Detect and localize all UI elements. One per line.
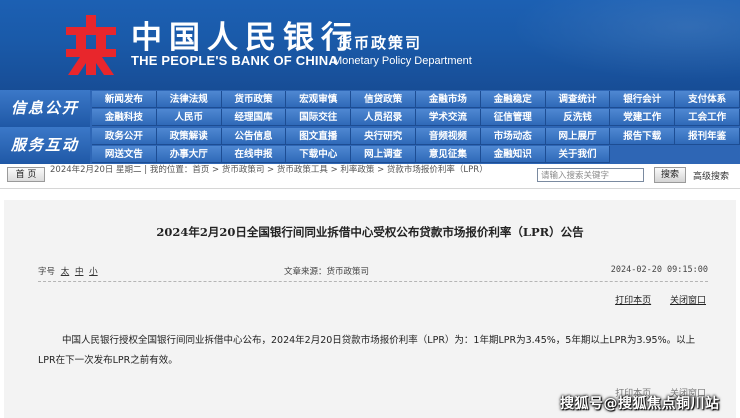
nav-item-service-4[interactable]: 央行研究 (351, 128, 416, 145)
nav-item-service-11[interactable]: 办事大厅 (156, 145, 222, 163)
nav-item-service-10[interactable]: 网送文告 (92, 145, 157, 163)
nav-item-service-1[interactable]: 政策解读 (156, 128, 222, 145)
article-body: 中国人民银行授权全国银行间同业拆借中心公布，2024年2月20日贷款市场报价利率… (38, 335, 696, 366)
nav-item-info-13[interactable]: 国际交往 (286, 108, 352, 126)
advanced-search-link[interactable]: 高级搜索 (693, 169, 729, 182)
nav-row-label-service: 服务互动 (0, 127, 90, 164)
nav-item-info-15[interactable]: 学术交流 (416, 108, 481, 126)
nav-item-service-6[interactable]: 市场动态 (480, 128, 546, 145)
nav-row-service: 服务互动 政务公开 政策解读 公告信息 图文直播 央行研究 音频视频 市场动态 网上展厅 报告下… (0, 127, 740, 164)
breadcrumb-bar: 首 页 2024年2月20日 星期二 | 我的位置：首页 > 货币政策司 > 货… (0, 164, 740, 189)
nav-item-info-7[interactable]: 调查统计 (545, 91, 611, 108)
nav-item-info-10[interactable]: 金融科技 (92, 108, 157, 126)
nav-item-info-3[interactable]: 宏观审慎 (286, 91, 352, 108)
font-size-small[interactable]: 小 (89, 267, 98, 277)
nav-item-info-14[interactable]: 人员招录 (351, 108, 416, 126)
search-button[interactable]: 搜索 (654, 167, 686, 183)
nav-item-info-18[interactable]: 党建工作 (610, 108, 676, 126)
nav-item-info-1[interactable]: 法律法规 (156, 91, 222, 108)
nav-item-service-0[interactable]: 政务公开 (92, 128, 157, 145)
nav-item-service-13[interactable]: 下载中心 (286, 145, 352, 163)
nav-item-info-8[interactable]: 银行会计 (610, 91, 676, 108)
nav-item-info-19[interactable]: 工会工作 (675, 108, 740, 126)
nav-item-service-3[interactable]: 图文直播 (286, 128, 352, 145)
article-source: 文章来源：货币政策司 (284, 267, 370, 277)
nav-item-service-15[interactable]: 意见征集 (416, 145, 481, 163)
divider (38, 281, 708, 282)
nav-item-service-2[interactable]: 公告信息 (221, 128, 287, 145)
nav-item-service-16[interactable]: 金融知识 (480, 145, 546, 163)
nav-grid-service: 政务公开 政策解读 公告信息 图文直播 央行研究 音频视频 市场动态 网上展厅 报告下载 报刊年鉴… (92, 128, 740, 163)
department-name-en: Monetary Policy Department (333, 55, 472, 67)
watermark: 搜狐号@搜狐焦点铜川站 (560, 396, 720, 412)
nav-item-service-5[interactable]: 音频视频 (416, 128, 481, 145)
nav-item-info-9[interactable]: 支付体系 (675, 91, 740, 108)
nav-item-info-4[interactable]: 信贷政策 (351, 91, 416, 108)
nav-item-service-7[interactable]: 网上展厅 (545, 128, 611, 145)
font-size-control: 字号 太 中 小 (38, 265, 98, 277)
nav-grid-info: 新闻发布 法律法规 货币政策 宏观审慎 信贷政策 金融市场 金融稳定 调查统计 银行会计 支付体系… (92, 91, 740, 126)
article-title: 2024年2月20日全国银行间同业拆借中心受权公布贷款市场报价利率（LPR）公告 (156, 225, 584, 239)
home-button[interactable]: 首 页 (7, 167, 45, 182)
font-size-medium[interactable]: 中 (75, 267, 84, 277)
nav-row-label-info: 信息公开 (0, 90, 90, 127)
publish-date: 2024-02-20 09:15:00 (610, 265, 708, 275)
bank-name-en: THE PEOPLE'S BANK OF CHINA (131, 53, 338, 68)
nav-item-service-9[interactable]: 报刊年鉴 (675, 128, 740, 145)
nav-item-info-6[interactable]: 金融稳定 (480, 91, 546, 108)
font-size-label: 字号 (38, 267, 56, 277)
font-size-large[interactable]: 太 (61, 267, 70, 277)
nav-item-info-11[interactable]: 人民币 (156, 108, 222, 126)
department-name-cn: 货币政策司 (337, 34, 423, 52)
article-panel: 2024年2月20日全国银行间同业拆借中心受权公布贷款市场报价利率（LPR）公告… (4, 200, 736, 418)
nav-item-service-17[interactable]: 关于我们 (545, 145, 611, 163)
close-window-link[interactable]: 关闭窗口 (670, 296, 706, 306)
nav-item-info-2[interactable]: 货币政策 (221, 91, 287, 108)
breadcrumb: 2024年2月20日 星期二 | 我的位置：首页 > 货币政策司 > 货币政策工… (50, 165, 488, 175)
nav-item-info-16[interactable]: 征信管理 (480, 108, 546, 126)
article-meta: 字号 太 中 小 文章来源：货币政策司 2024-02-20 09:15:00 (38, 265, 708, 279)
nav-item-service-12[interactable]: 在线申报 (221, 145, 287, 163)
search-input[interactable]: 请输入搜索关键字 (537, 168, 644, 182)
nav-item-service-14[interactable]: 网上调查 (351, 145, 416, 163)
nav-item-info-5[interactable]: 金融市场 (416, 91, 481, 108)
bank-name-cn: 中国人民银行 (131, 20, 359, 56)
nav-item-info-17[interactable]: 反洗钱 (545, 108, 611, 126)
site-banner: 中国人民银行 THE PEOPLE'S BANK OF CHINA 货币政策司 … (0, 0, 740, 90)
nav-row-info: 信息公开 新闻发布 法律法规 货币政策 宏观审慎 信贷政策 金融市场 金融稳定 调查统计 银行会… (0, 90, 740, 127)
nav-item-service-8[interactable]: 报告下载 (610, 128, 676, 145)
nav-item-info-0[interactable]: 新闻发布 (92, 91, 157, 108)
article-tools: 打印本页 关闭窗口 (599, 293, 706, 306)
print-link[interactable]: 打印本页 (615, 296, 651, 306)
nav-item-info-12[interactable]: 经理国库 (221, 108, 287, 126)
pboc-emblem-icon (66, 15, 116, 75)
